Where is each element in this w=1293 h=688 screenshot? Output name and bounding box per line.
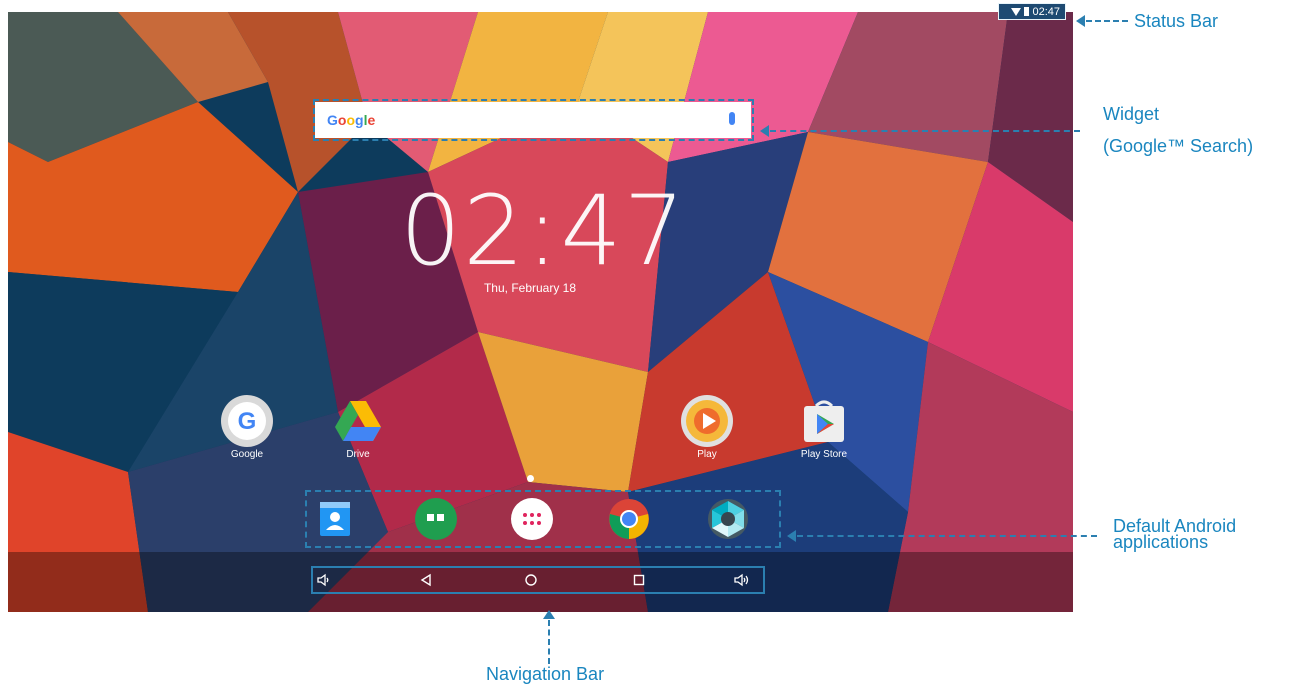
play-music-icon (681, 395, 733, 447)
recents-icon[interactable] (628, 569, 650, 591)
navigation-bar-label: Navigation Bar (486, 664, 605, 684)
widget-label-line2: (Google™ Search) (1103, 136, 1254, 156)
google-logo: Google (327, 112, 376, 128)
volume-down-icon[interactable] (312, 569, 334, 591)
default-apps-arrow (787, 530, 796, 542)
camera-icon[interactable] (707, 498, 749, 540)
page-indicator (527, 475, 534, 482)
status-bar-label: Status Bar (1134, 11, 1219, 31)
default-apps-pointer (797, 535, 1097, 537)
status-bar: 02:47 (998, 3, 1066, 20)
microphone-icon[interactable] (729, 112, 735, 125)
hangouts-icon[interactable] (415, 498, 457, 540)
widget-arrow (760, 125, 769, 137)
wifi-icon (1011, 7, 1022, 16)
play-store-icon (798, 395, 850, 447)
app-play-store[interactable]: Play Store (784, 395, 864, 460)
app-google[interactable]: G Google (207, 395, 287, 460)
back-icon[interactable] (415, 569, 437, 591)
contacts-icon[interactable] (314, 498, 356, 540)
clock-widget-time[interactable]: 02:47 (400, 183, 685, 279)
google-icon: G (221, 395, 273, 447)
svg-text:G: G (238, 408, 257, 435)
default-apps-label-line2: applications (1113, 532, 1209, 552)
clock-widget-date: Thu, February 18 (483, 281, 577, 295)
navigation-bar-pointer (548, 620, 550, 664)
volume-up-icon[interactable] (731, 569, 753, 591)
chrome-icon[interactable] (608, 498, 650, 540)
status-bar-pointer (1086, 20, 1128, 22)
drive-icon (332, 395, 384, 447)
navigation-bar-arrow (543, 610, 555, 619)
widget-pointer (770, 130, 1080, 132)
status-time: 02:47 (1032, 5, 1060, 18)
app-drawer-icon[interactable] (511, 498, 553, 540)
app-label: Play (697, 449, 717, 460)
app-label: Google (230, 449, 264, 460)
app-drive[interactable]: Drive (318, 395, 398, 460)
battery-icon (1024, 7, 1030, 16)
widget-label-line1: Widget (1103, 104, 1160, 124)
status-bar-arrow (1076, 15, 1085, 27)
google-search-widget[interactable]: Google (315, 102, 751, 138)
app-label: Play Store (800, 449, 848, 460)
app-play-music[interactable]: Play (667, 395, 747, 460)
app-label: Drive (346, 449, 370, 460)
home-icon[interactable] (520, 569, 542, 591)
